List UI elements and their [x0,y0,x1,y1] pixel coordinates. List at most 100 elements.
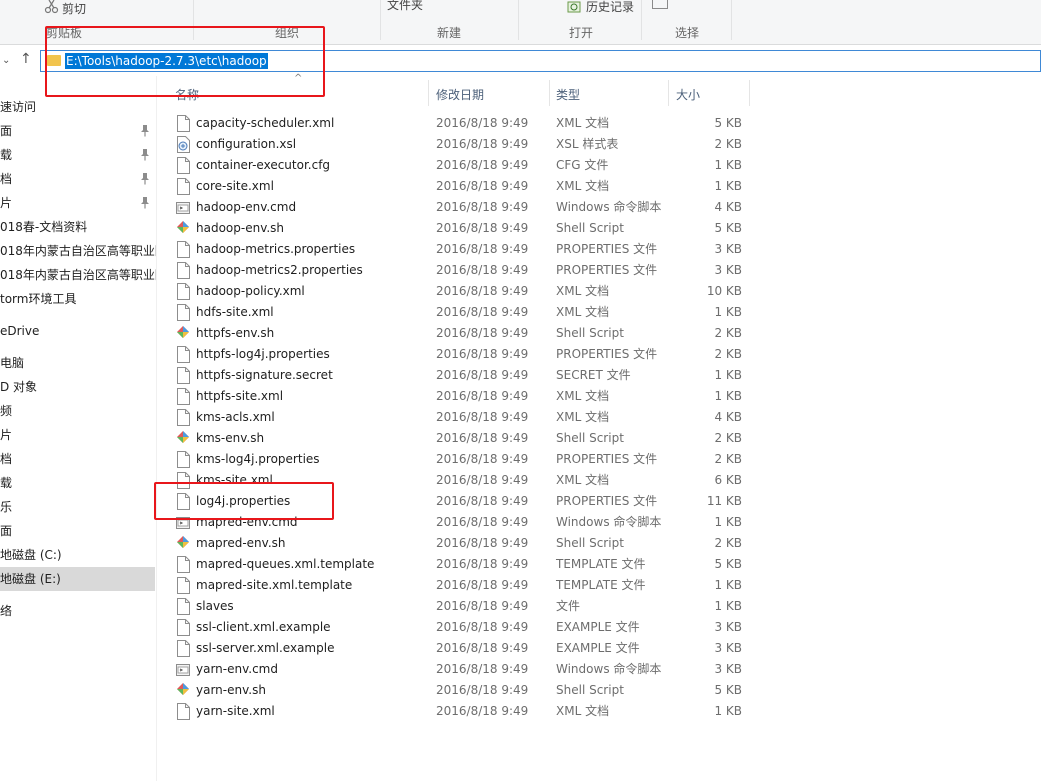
file-size: 5 KB [714,557,742,571]
file-type: XML 文档 [556,473,610,487]
file-row[interactable]: mapred-queues.xml.template 2016/8/18 9:49… [170,554,748,575]
cmd-file-icon [176,202,190,214]
file-date: 2016/8/18 9:49 [436,536,529,550]
file-size: 3 KB [714,641,742,655]
file-type: PROPERTIES 文件 [556,347,658,361]
xml-file-icon [177,388,190,405]
sidebar-item[interactable]: 面 [0,119,155,143]
sidebar-item[interactable]: 载 [0,143,155,167]
file-row[interactable]: kms-log4j.properties 2016/8/18 9:49 PROPER… [170,449,748,470]
file-row[interactable]: ssl-client.xml.example 2016/8/18 9:49 EXAM… [170,617,748,638]
file-row[interactable]: httpfs-log4j.properties 2016/8/18 9:49 PRO… [170,344,748,365]
sidebar-item-label: 速访问 [0,100,37,114]
file-type: Windows 命令脚本 [556,200,662,214]
file-date: 2016/8/18 9:49 [436,578,529,592]
file-row[interactable]: configuration.xsl 2016/8/18 9:49 XSL 样式表 2 … [170,134,748,155]
file-size: 5 KB [714,116,742,130]
file-date: 2016/8/18 9:49 [436,242,529,256]
sidebar-item[interactable]: eDrive [0,319,155,343]
file-type: XML 文档 [556,389,610,403]
file-row[interactable]: mapred-site.xml.template 2016/8/18 9:49 TE… [170,575,748,596]
file-row[interactable]: ssl-server.xml.example 2016/8/18 9:49 EXAM… [170,638,748,659]
sidebar-item[interactable]: 地磁盘 (E:) [0,567,155,591]
file-row[interactable]: core-site.xml 2016/8/18 9:49 XML 文档 1 KB [170,176,748,197]
file-row[interactable]: hdfs-site.xml 2016/8/18 9:49 XML 文档 1 KB [170,302,748,323]
file-size: 5 KB [714,221,742,235]
column-header-type[interactable]: 类型 [556,84,580,106]
file-date: 2016/8/18 9:49 [436,473,529,487]
file-row[interactable]: kms-env.sh 2016/8/18 9:49 Shell Script 2 KB [170,428,748,449]
file-name: yarn-site.xml [196,704,275,718]
recent-locations-chevron-icon[interactable]: ⌄ [2,55,10,66]
sidebar-item[interactable]: 速访问 [0,95,155,119]
shell-file-icon [177,326,189,338]
new-folder-button[interactable]: 文件夹 [387,0,423,13]
history-button[interactable]: 历史记录 [586,0,634,15]
file-row[interactable]: yarn-env.sh 2016/8/18 9:49 Shell Script 5 K… [170,680,748,701]
column-header-size[interactable]: 大小 [676,84,700,106]
sidebar-item[interactable]: 频 [0,399,155,423]
file-row[interactable]: hadoop-policy.xml 2016/8/18 9:49 XML 文档 10 … [170,281,748,302]
file-icon [177,577,190,594]
file-row[interactable]: slaves 2016/8/18 9:49 文件 1 KB [170,596,748,617]
file-row[interactable]: kms-acls.xml 2016/8/18 9:49 XML 文档 4 KB [170,407,748,428]
sidebar-item[interactable]: 018年内蒙古自治区高等职业院 [0,263,156,287]
file-row[interactable]: hadoop-metrics.properties 2016/8/18 9:49 P… [170,239,748,260]
sidebar-item[interactable]: 档 [0,447,155,471]
file-row[interactable]: mapred-env.sh 2016/8/18 9:49 Shell Script 2… [170,533,748,554]
file-row[interactable]: hadoop-env.sh 2016/8/18 9:49 Shell Script 5… [170,218,748,239]
file-date: 2016/8/18 9:49 [436,263,529,277]
sidebar-item[interactable]: 018春-文档资料 [0,215,155,239]
file-row[interactable]: hadoop-metrics2.properties 2016/8/18 9:49… [170,260,748,281]
file-row[interactable]: container-executor.cfg 2016/8/18 9:49 CFG … [170,155,748,176]
sidebar-item[interactable]: torm环境工具 [0,287,155,311]
file-date: 2016/8/18 9:49 [436,347,529,361]
file-row[interactable]: httpfs-env.sh 2016/8/18 9:49 Shell Script 2… [170,323,748,344]
file-row[interactable]: yarn-site.xml 2016/8/18 9:49 XML 文档 1 KB [170,701,748,722]
sidebar-item[interactable]: 片 [0,423,155,447]
file-size: 4 KB [714,410,742,424]
file-type: Shell Script [556,221,624,235]
xml-file-icon [177,115,190,132]
file-name: kms-env.sh [196,431,265,445]
file-size: 4 KB [714,200,742,214]
sidebar-item[interactable]: 乐 [0,495,155,519]
file-row[interactable]: capacity-scheduler.xml 2016/8/18 9:49 XML … [170,113,748,134]
file-type: XSL 样式表 [556,137,619,151]
xml-file-icon [177,304,190,321]
cmd-file-icon [176,664,190,676]
sidebar-item[interactable]: 档 [0,167,155,191]
file-icon [177,451,190,468]
file-row[interactable]: yarn-env.cmd 2016/8/18 9:49 Windows 命令脚本 3 … [170,659,748,680]
sidebar-item[interactable]: 018年内蒙古自治区高等职业院 [0,239,156,263]
file-icon [177,346,190,363]
sidebar-item[interactable]: 载 [0,471,155,495]
sidebar-item[interactable]: 电脑 [0,351,155,375]
sidebar-item[interactable]: 络 [0,599,155,623]
sidebar-item[interactable]: 地磁盘 (C:) [0,543,155,567]
sidebar-item[interactable]: 片 [0,191,155,215]
file-type: Shell Script [556,431,624,445]
file-name: mapred-site.xml.template [196,578,353,592]
column-header-date[interactable]: 修改日期 [436,84,484,106]
cut-button[interactable]: 剪切 [62,0,86,17]
select-icon [652,0,668,9]
file-date: 2016/8/18 9:49 [436,326,529,340]
pin-icon [141,125,149,137]
file-size: 5 KB [714,683,742,697]
file-row[interactable]: httpfs-signature.secret 2016/8/18 9:49 SEC… [170,365,748,386]
file-name: httpfs-site.xml [196,389,284,403]
file-size: 1 KB [714,305,742,319]
file-name: hadoop-policy.xml [196,284,305,298]
sidebar-item[interactable]: D 对象 [0,375,155,399]
xml-file-icon [177,283,190,300]
sidebar-item-label: 载 [0,476,13,490]
sidebar-item-label: 地磁盘 (C:) [0,548,62,562]
file-type: XML 文档 [556,410,610,424]
sidebar-item[interactable]: 面 [0,519,155,543]
file-row[interactable]: httpfs-site.xml 2016/8/18 9:49 XML 文档 1 KB [170,386,748,407]
file-name: httpfs-log4j.properties [196,347,330,361]
up-arrow-icon[interactable]: ↑ [20,51,32,67]
shell-file-icon [177,536,189,548]
file-row[interactable]: hadoop-env.cmd 2016/8/18 9:49 Windows 命令脚本… [170,197,748,218]
